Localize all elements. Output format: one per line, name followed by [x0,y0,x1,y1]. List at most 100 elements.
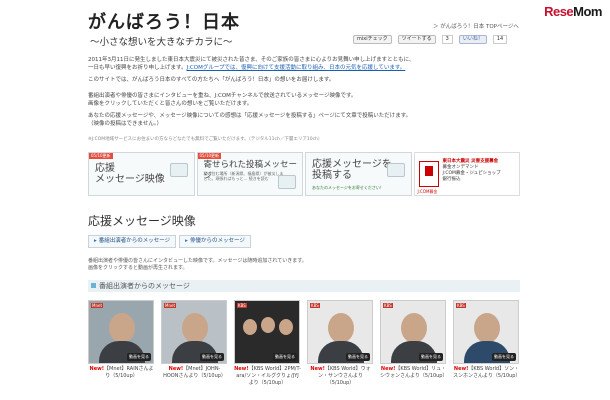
person-face [243,319,257,335]
page-subtitle: ～小さな想いを大きなチカラに～ [90,37,233,48]
thumb-caption[interactable]: New!【Mnet】JOHN-HOONさんより（5/10up） [161,366,228,380]
card-support-video[interactable]: 05/10更新 応援 メッセージ映像 [88,152,195,196]
subheading-bar: 番組出演者からのメッセージ [88,280,520,292]
person-face [401,313,427,343]
jcom-support-link[interactable]: J:COMグループでは、復興に向けて支援活動に取り組み、日本の元気を応援していま… [186,65,405,71]
channel-logo: KBS [456,303,466,308]
intro-line-6: あなたの応援メッセージや、メッセージ映像についての感想は「応援メッセージを投稿す… [88,113,412,119]
intro-line-7: （映像の投稿はできません。） [88,121,163,127]
new-badge: New! [89,366,105,372]
play-button[interactable]: 動画を見る [273,353,297,361]
video-thumb[interactable]: KBS 動画を見る New!【KBS World】リュ・シウォンさんより（5/1… [380,300,447,387]
person-face [261,317,275,333]
page-container: がんばろう！日本 ～小さな想いを大きなチカラに～ ＞ がんばろう！日本 TOPペ… [88,0,522,400]
thumb-caption[interactable]: New!【KBS World】2PM/T-ara/ソン・イルグクりょ/JYJより… [234,366,301,387]
tweet-button[interactable]: ツイートする [397,35,436,44]
channel-logo: KBS [237,303,247,308]
subheading: 番組出演者からのメッセージ [91,281,190,291]
title-text: がんばろう！日本 [88,12,240,33]
page-title: がんばろう！日本 [88,8,240,34]
play-button[interactable]: 動画を見る [200,353,224,361]
donation-text: 東日本大震災 災害支援募金 募金オンデマンド J:COM募金・ジュピショップ 銀… [443,159,501,183]
thumb-caption[interactable]: New!【KBS World】ソン・スンホンさんより（5/10up） [453,366,520,380]
subheading-text: 番組出演者からのメッセージ [99,282,190,290]
card-desc: 私の住む場所（新潟県、福島県）が被災しました。頑張ればもっと… 続きを読む [203,171,284,181]
video-thumb[interactable]: Mnet 動画を見る New!【Mnet】RAINさんより（5/10up） [88,300,155,387]
new-badge: New! [453,366,469,372]
intro-line-1: 2011年3月11日に発生しました東日本大震災にて被災された皆さま、そのご家族の… [88,57,415,63]
intro-line-5: 画像をクリックしていただくと皆さんの想いをご覧いただけます。 [88,101,253,107]
person-face [474,313,500,343]
feature-cards: 05/10更新 応援 メッセージ映像 05/10更新 寄せられた投稿メッセージ … [88,152,520,196]
card-post-message[interactable]: 応援メッセージを 投稿する あなたのメッセージをお寄せください！ [305,152,412,196]
play-button[interactable]: 動画を見る [127,353,151,361]
donation-methods: 募金オンデマンド J:COM募金・ジュピショップ 銀行振込 [442,165,501,182]
tab-program-cast[interactable]: ▸ 番組出演者からのメッセージ [88,235,177,248]
new-badge: New! [310,366,325,372]
arrow-icon: ▸ [185,238,188,244]
video-icon [169,163,188,177]
new-badge: New! [168,366,184,372]
section-desc-2: 画像をクリックすると動画が再生されます。 [88,265,188,271]
intro-line-2-text: 一日も早い復興をお祈り申し上げます。 [88,65,187,71]
square-icon [91,283,96,288]
thumb-caption[interactable]: New!【KBS World】リュ・シウォンさんより（5/10up） [380,366,447,380]
card-heading: 応援メッセージを 投稿する [312,159,392,181]
resemom-logo: ReseMom [544,4,602,19]
thumb-caption[interactable]: New!【KBS World】ウォン・サンウさんより（5/10up） [307,366,374,387]
like-count: 14 [492,35,508,44]
thumb-image[interactable]: KBS 動画を見る [234,300,300,364]
section-title: 応援メッセージ映像 [88,214,196,228]
post-icon [386,163,405,177]
play-button[interactable]: 動画を見る [419,353,443,361]
tweet-count: 3 [441,35,453,44]
channel-logo: KBS [383,303,393,308]
jcom-logo-text: J:COM募金 [417,189,438,194]
new-badge: New! [234,366,249,372]
card-jcom-donation[interactable]: J:COM募金 東日本大震災 災害支援募金 募金オンデマンド J:COM募金・ジ… [413,152,520,196]
card-heading: 応援 メッセージ映像 [95,163,165,185]
mixi-check-button[interactable]: mixiチェック [353,35,392,44]
section-desc: 番組出演者や俳優の皆さんにインタビューした映像です。メッセージは随時追加されてい… [88,258,307,272]
thumb-image[interactable]: KBS 動画を見る [453,300,519,364]
video-thumb[interactable]: KBS 動画を見る New!【KBS World】2PM/T-ara/ソン・イル… [234,300,301,387]
video-thumb[interactable]: Mnet 動画を見る New!【Mnet】JOHN-HOONさんより（5/10u… [161,300,228,387]
thumb-image[interactable]: KBS 動画を見る [307,300,373,364]
brand-red: Rese [544,4,574,19]
social-bar: mixiチェック ツイートする 3 いいね！ 14 [353,35,508,44]
intro-line-3: このサイトでは、がんばろう日本のすべての方たちへ「がんばろう！日本」の想いをお届… [88,77,335,83]
card-desc: あなたのメッセージをお寄せください！ [312,185,384,190]
play-button[interactable]: 動画を見る [492,353,516,361]
thumb-caption[interactable]: New!【Mnet】RAINさんより（5/10up） [88,366,155,380]
person-face [109,313,135,343]
top-link[interactable]: ＞ がんばろう！日本 TOPページへ [433,22,519,30]
thumb-image[interactable]: KBS 動画を見る [380,300,446,364]
message-tabs: ▸ 番組出演者からのメッセージ ▸ 俳優からのメッセージ [88,235,251,248]
channel-logo: KBS [310,303,320,308]
brand-black: Mom [573,4,602,19]
card-tag: 05/10更新 [89,153,113,159]
intro-note: ※J:COM地域サービスにお住まいの方ならどなたでも無料でご覧いただけます。（テ… [88,137,323,142]
card-posted-messages[interactable]: 05/10更新 寄せられた投稿メッセージ 私の住む場所（新潟県、福島県）が被災し… [196,152,303,196]
intro-line-4: 番組出演者や俳優の皆さまにインタビューを重ね、J:COMチャンネルで放送されてい… [88,93,357,99]
thumb-image[interactable]: Mnet 動画を見る [161,300,227,364]
person-face [279,319,293,335]
person-face [328,313,354,343]
caption-text: 【Mnet】RAINさんより（5/10up） [104,366,154,379]
caption-text: 【KBS World】ウォン・サンウさんより（5/10up） [318,366,371,386]
new-badge: New! [380,366,396,372]
video-thumb[interactable]: KBS 動画を見る New!【KBS World】ソン・スンホンさんより（5/1… [453,300,520,387]
arrow-icon: ▸ [94,238,97,244]
donation-title: 東日本大震災 災害支援募金 [442,159,499,164]
tab-actors[interactable]: ▸ 俳優からのメッセージ [179,235,251,248]
thumb-image[interactable]: Mnet 動画を見る [88,300,154,364]
video-thumbnails: Mnet 動画を見る New!【Mnet】RAINさんより（5/10up） Mn… [88,300,520,387]
video-thumb[interactable]: KBS 動画を見る New!【KBS World】ウォン・サンウさんより（5/1… [307,300,374,387]
tab-label: 俳優からのメッセージ [189,238,245,244]
card-tag: 05/10更新 [197,153,222,159]
play-button[interactable]: 動画を見る [346,353,370,361]
facebook-like-button[interactable]: いいね！ [458,35,487,44]
message-icon [278,175,296,189]
channel-logo: Mnet [91,303,104,308]
jcom-logo-icon [418,161,439,187]
